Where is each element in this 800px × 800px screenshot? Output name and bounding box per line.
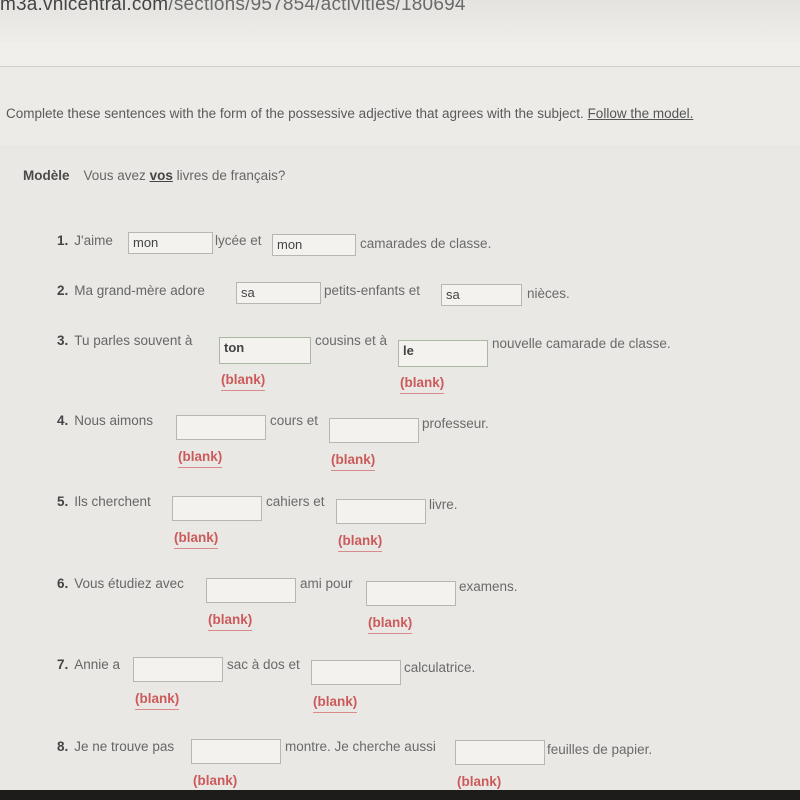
question-number: 1. (57, 233, 69, 248)
question-number: 2. (57, 283, 69, 298)
answer-input-4-1[interactable] (176, 415, 266, 440)
answer-input-7-1[interactable] (133, 657, 223, 682)
sentence-fragment: calculatrice. (404, 660, 476, 675)
sentence-fragment: cours et (270, 413, 319, 428)
answer-input-2-1[interactable]: sa (236, 282, 321, 304)
answer-input-3-1[interactable]: ton (219, 337, 311, 364)
blank-feedback: (blank) (400, 375, 445, 394)
answer-input-8-2[interactable] (455, 740, 545, 765)
answer-input-3-2[interactable]: le (398, 340, 488, 367)
question-number: 7. (57, 657, 69, 672)
question-number: 3. (57, 333, 69, 348)
question-8-prompt: 8. Je ne trouve pas (57, 739, 174, 754)
sentence-fragment: lycée et (215, 233, 262, 248)
sentence-fragment: ami pour (300, 576, 353, 591)
question-number: 6. (57, 576, 69, 591)
sentence-fragment: montre. Je cherche aussi (285, 739, 436, 754)
sentence-fragment: Nous aimons (74, 413, 154, 428)
sentence-fragment: livre. (429, 497, 458, 512)
blank-feedback: (blank) (135, 691, 180, 710)
sentence-fragment: sac à dos et (227, 657, 300, 672)
question-number: 8. (57, 739, 69, 754)
url-host: m3a.vhlcentral.com (0, 0, 169, 15)
url-text[interactable]: m3a.vhlcentral.com/sections/957854/activ… (0, 0, 466, 16)
blank-feedback: (blank) (208, 612, 253, 631)
sentence-fragment: Tu parles souvent à (74, 333, 193, 348)
sentence-fragment: nouvelle camarade de classe. (492, 336, 671, 351)
answer-input-4-2[interactable] (329, 418, 419, 443)
url-path: /sections/957854/activities/180694 (168, 0, 466, 15)
sentence-fragment: petits-enfants et (324, 283, 421, 298)
model-label: Modèle (23, 168, 70, 183)
question-5-prompt: 5. Ils cherchent (57, 494, 151, 509)
model-answer: vos (149, 168, 173, 183)
sentence-fragment: cahiers et (266, 494, 325, 509)
answer-input-8-1[interactable] (191, 739, 281, 764)
answer-input-5-2[interactable] (336, 499, 426, 524)
blank-feedback: (blank) (178, 449, 223, 468)
sentence-fragment: Ils cherchent (74, 494, 151, 509)
question-3-prompt: 3. Tu parles souvent à (57, 333, 192, 348)
question-1-prompt: 1. J'aime (57, 233, 113, 248)
sentence-fragment: Annie a (74, 657, 121, 672)
sentence-fragment: professeur. (422, 416, 489, 431)
instructions: Complete these sentences with the form o… (6, 106, 693, 121)
answer-input-6-2[interactable] (366, 581, 456, 606)
follow-model-link[interactable]: Follow the model. (588, 106, 694, 121)
sentence-fragment: camarades de classe. (360, 236, 492, 251)
question-4-prompt: 4. Nous aimons (57, 413, 153, 428)
instructions-text: Complete these sentences with the form o… (6, 106, 588, 121)
question-number: 4. (57, 413, 69, 428)
sentence-fragment: nièces. (527, 286, 570, 301)
answer-input-2-2[interactable]: sa (441, 284, 522, 306)
sentence-fragment: cousins et à (315, 333, 388, 348)
answer-input-1-2[interactable]: mon (272, 234, 356, 256)
question-2-prompt: 2. Ma grand-mère adore (57, 283, 205, 298)
blank-feedback: (blank) (221, 372, 266, 391)
blank-feedback: (blank) (338, 533, 383, 552)
sentence-fragment: Ma grand-mère adore (74, 283, 205, 298)
model-text-before: Vous avez (83, 168, 150, 183)
blank-feedback: (blank) (368, 615, 413, 634)
blank-feedback: (blank) (313, 694, 358, 713)
answer-input-1-1[interactable]: mon (128, 232, 213, 254)
sentence-fragment: examens. (459, 579, 518, 594)
model-text-after: livres de français? (172, 168, 286, 183)
page-header (0, 42, 800, 67)
blank-feedback: (blank) (174, 530, 219, 549)
sentence-fragment: feuilles de papier. (547, 742, 653, 757)
question-number: 5. (57, 494, 69, 509)
taskbar (0, 790, 800, 800)
sentence-fragment: Vous étudiez avec (74, 576, 184, 591)
sentence-fragment: Je ne trouve pas (74, 739, 175, 754)
answer-input-7-2[interactable] (311, 660, 401, 685)
model-example: Modèle Vous avez vos livres de français? (23, 168, 285, 183)
answer-input-5-1[interactable] (172, 496, 262, 521)
answer-input-6-1[interactable] (206, 578, 296, 603)
blank-feedback: (blank) (331, 452, 376, 471)
question-6-prompt: 6. Vous étudiez avec (57, 576, 184, 591)
sentence-fragment: J'aime (74, 233, 113, 248)
browser-address-bar[interactable]: m3a.vhlcentral.com/sections/957854/activ… (0, 0, 800, 42)
question-7-prompt: 7. Annie a (57, 657, 120, 672)
